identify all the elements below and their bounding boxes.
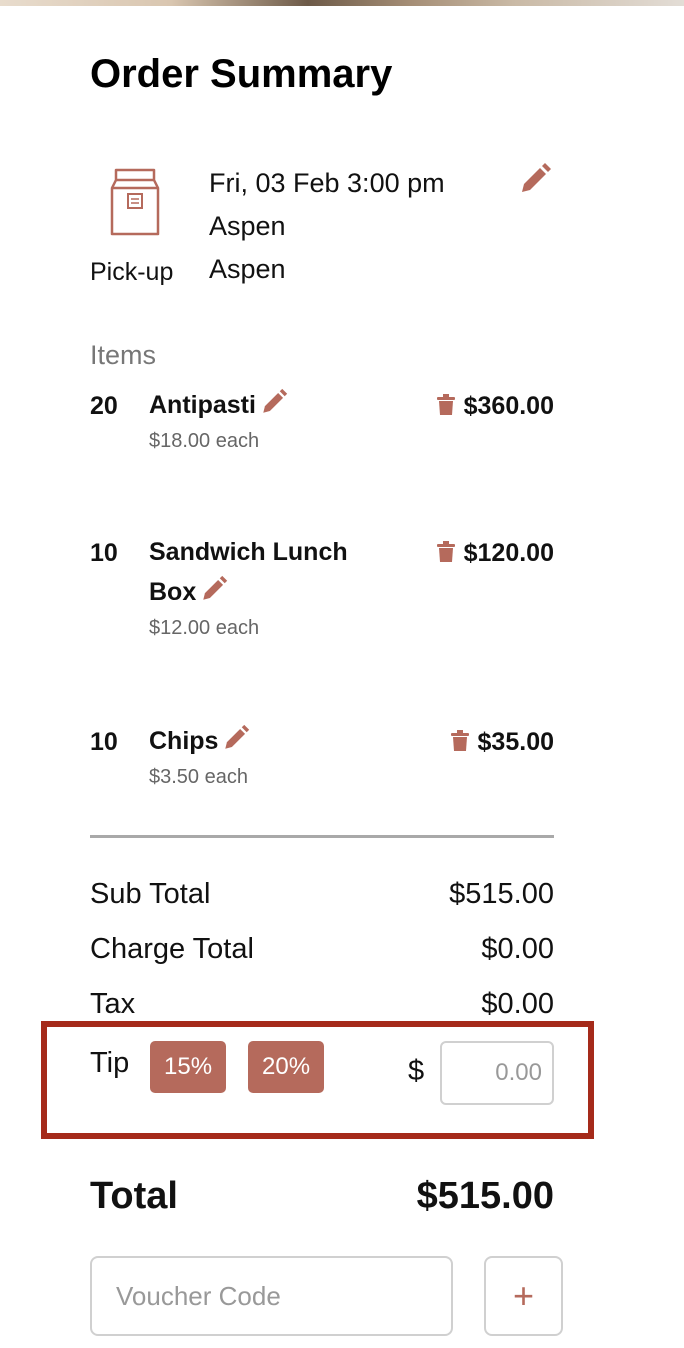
delete-item-button[interactable] bbox=[436, 394, 456, 416]
item-price: $360.00 bbox=[436, 392, 554, 421]
trash-icon bbox=[436, 394, 455, 415]
add-voucher-button[interactable]: + bbox=[484, 1256, 563, 1336]
pickup-location-line1: Aspen bbox=[209, 211, 286, 241]
tax-label: Tax bbox=[90, 988, 136, 1020]
sub-total-label: Sub Total bbox=[90, 878, 211, 910]
pickup-location-line2: Aspen bbox=[209, 254, 286, 284]
edit-item-button[interactable] bbox=[260, 388, 288, 416]
pencil-icon bbox=[225, 724, 250, 749]
item-name-text: Chips bbox=[149, 727, 219, 755]
item-quantity: 10 bbox=[90, 539, 118, 567]
grand-total-label: Total bbox=[90, 1175, 178, 1217]
pickup-datetime: Fri, 03 Feb 3:00 pm bbox=[209, 168, 445, 198]
pencil-icon bbox=[203, 575, 228, 600]
charge-total-label: Charge Total bbox=[90, 933, 254, 965]
item-quantity: 20 bbox=[90, 392, 118, 420]
sub-total-value: $515.00 bbox=[449, 878, 554, 910]
tip-section-highlight bbox=[41, 1021, 594, 1139]
header-image-strip bbox=[0, 0, 684, 6]
items-heading: Items bbox=[90, 340, 157, 370]
tax-value: $0.00 bbox=[481, 988, 554, 1020]
item-price: $120.00 bbox=[436, 539, 554, 568]
item-price-text: $35.00 bbox=[477, 728, 554, 756]
item-quantity: 10 bbox=[90, 728, 118, 756]
item-name: Sandwich Lunch Box bbox=[149, 532, 399, 612]
delete-item-button[interactable] bbox=[436, 541, 456, 563]
pencil-icon bbox=[263, 388, 288, 413]
pickup-label: Pick-up bbox=[90, 258, 174, 286]
item-price-text: $120.00 bbox=[463, 539, 554, 567]
item-price: $35.00 bbox=[450, 728, 554, 757]
delete-item-button[interactable] bbox=[450, 730, 470, 752]
item-name: Antipasti bbox=[149, 385, 399, 425]
shopping-bag-icon bbox=[110, 166, 160, 238]
trash-icon bbox=[436, 541, 455, 562]
divider bbox=[90, 835, 554, 838]
page-title: Order Summary bbox=[90, 52, 393, 96]
item-price-text: $360.00 bbox=[463, 392, 554, 420]
charge-total-value: $0.00 bbox=[481, 933, 554, 965]
pickup-details: Fri, 03 Feb 3:00 pm Aspen Aspen bbox=[209, 162, 445, 291]
grand-total-value: $515.00 bbox=[416, 1175, 554, 1217]
edit-item-button[interactable] bbox=[200, 575, 228, 603]
item-name-text: Sandwich Lunch Box bbox=[149, 538, 348, 606]
trash-icon bbox=[450, 730, 469, 751]
item-name-text: Antipasti bbox=[149, 391, 256, 419]
item-unit-price: $3.50 each bbox=[149, 766, 248, 788]
edit-item-button[interactable] bbox=[222, 724, 250, 752]
pencil-icon bbox=[522, 163, 551, 192]
voucher-code-input[interactable] bbox=[90, 1256, 453, 1336]
edit-pickup-button[interactable] bbox=[518, 162, 552, 196]
item-unit-price: $18.00 each bbox=[149, 430, 260, 452]
item-unit-price: $12.00 each bbox=[149, 617, 260, 639]
item-name: Chips bbox=[149, 721, 399, 761]
